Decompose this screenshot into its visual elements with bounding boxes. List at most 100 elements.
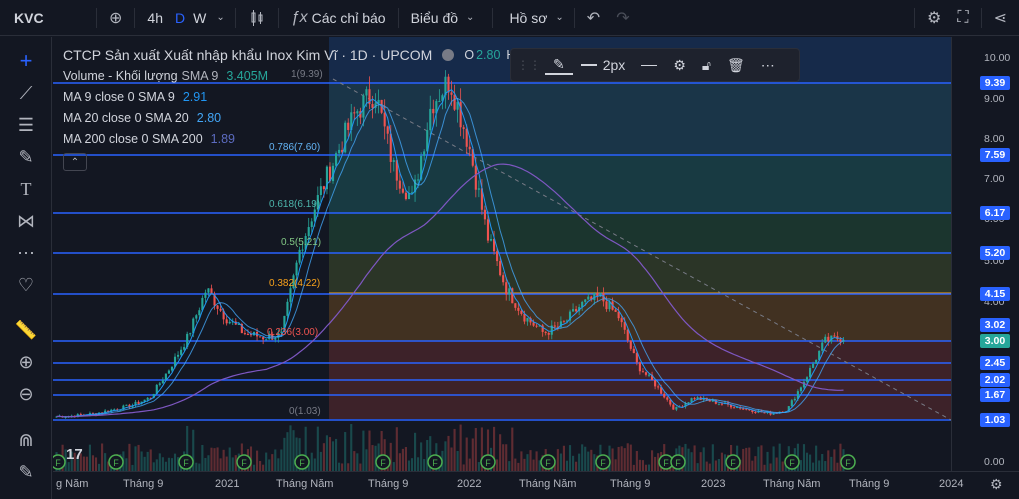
legend-hide-icon[interactable] <box>442 48 455 61</box>
volume-bar <box>319 451 322 471</box>
event-marker[interactable]: F <box>540 454 556 470</box>
candle-body <box>675 406 678 410</box>
undo-icon[interactable]: ↶ <box>579 0 608 36</box>
time-label: 2021 <box>215 478 240 490</box>
event-marker[interactable]: F <box>670 454 686 470</box>
candle-body <box>319 186 322 196</box>
fib-zone-05 <box>329 213 951 253</box>
interval-d-button[interactable]: D <box>171 0 189 36</box>
interval-w-button[interactable]: W <box>189 0 210 36</box>
volume-bar <box>259 460 262 471</box>
chevron-down-icon[interactable]: ⌄ <box>555 0 569 36</box>
price-label-5.20[interactable]: 5.20 <box>980 246 1010 260</box>
price-label-1.03[interactable]: 1.03 <box>980 413 1010 427</box>
price-label-2.45[interactable]: 2.45 <box>980 356 1010 370</box>
share-icon[interactable]: ⋖ <box>986 0 1019 36</box>
candle-body <box>505 282 508 295</box>
event-marker[interactable]: F <box>108 454 124 470</box>
magnet-icon[interactable]: ⋒ <box>0 426 52 454</box>
legend-ma200-row[interactable]: MA 200 close 0 SMA 200 1.89 <box>63 128 515 149</box>
drawing-settings-icon[interactable]: ⚙ <box>665 57 694 74</box>
toolbar-divider <box>573 7 575 28</box>
favorites-heart-icon[interactable]: ♡ <box>0 271 52 299</box>
zoom-out-icon[interactable]: ⊖ <box>0 380 52 408</box>
event-marker[interactable]: F <box>427 454 443 470</box>
candle-body <box>629 340 632 349</box>
event-marker[interactable]: F <box>53 454 66 470</box>
volume-bar <box>757 446 760 471</box>
event-marker[interactable]: F <box>236 454 252 470</box>
axis-settings-icon[interactable]: ⚙ <box>990 476 1003 493</box>
candle-body <box>295 262 298 276</box>
event-marker[interactable]: F <box>375 454 391 470</box>
candles-icon[interactable] <box>240 0 274 36</box>
volume-bar <box>271 454 274 471</box>
event-marker[interactable]: F <box>784 454 800 470</box>
ruler-icon[interactable]: 📏 <box>0 316 52 344</box>
price-label-9.39[interactable]: 9.39 <box>980 76 1010 90</box>
unlock-icon[interactable]: 🔓︎ <box>694 57 719 74</box>
legend-ma9-row[interactable]: MA 9 close 0 SMA 9 2.91 <box>63 86 515 107</box>
profile-menu-button[interactable]: Hồ sơ <box>497 0 555 36</box>
text-icon[interactable]: T <box>0 175 52 203</box>
trend-line-icon[interactable]: ⟋ <box>0 79 52 107</box>
brush-icon[interactable]: ✎ <box>0 143 52 171</box>
symbol-search-button[interactable]: KVC <box>0 0 92 36</box>
event-marker[interactable]: F <box>178 454 194 470</box>
legend-collapse-button[interactable]: ⌃ <box>63 153 87 171</box>
candle-body <box>483 209 487 220</box>
crosshair-icon[interactable]: + <box>0 47 52 75</box>
chevron-down-icon[interactable]: ⌄ <box>210 0 230 36</box>
interval-4h-button[interactable]: 4h <box>139 0 171 36</box>
price-label-2.02[interactable]: 2.02 <box>980 373 1010 387</box>
volume-bar <box>149 449 152 471</box>
compare-plus-icon[interactable]: ⊕ <box>101 0 130 36</box>
volume-bar <box>699 452 702 471</box>
volume-bar <box>137 444 140 471</box>
time-axis[interactable]: g Năm Tháng 9 2021 Tháng Năm Tháng 9 202… <box>53 471 1019 499</box>
chevron-down-icon[interactable]: ⌄ <box>466 0 478 36</box>
volume-bar <box>578 453 581 471</box>
zoom-in-icon[interactable]: ⊕ <box>0 348 52 376</box>
event-marker[interactable]: F <box>294 454 310 470</box>
volume-bar <box>277 458 280 471</box>
volume-bar <box>173 453 177 471</box>
line-width-button[interactable]: 2px <box>573 57 634 73</box>
fullscreen-icon[interactable]: ⛶ <box>949 0 976 36</box>
price-label-1.67[interactable]: 1.67 <box>980 388 1010 402</box>
volume-bar <box>128 443 131 471</box>
event-marker[interactable]: F <box>595 454 611 470</box>
drag-handle-icon[interactable]: ⋮⋮ <box>511 58 545 72</box>
volume-bar <box>748 447 751 471</box>
volume-bar <box>322 443 325 471</box>
volume-bar <box>101 443 104 471</box>
price-label-3.02[interactable]: 3.02 <box>980 318 1010 332</box>
price-label-6.17[interactable]: 6.17 <box>980 206 1010 220</box>
more-icon[interactable]: ⋯ <box>753 57 783 74</box>
lock-drawing-icon[interactable]: ✎ <box>0 458 52 486</box>
indicators-button[interactable]: Các chỉ báo <box>312 0 394 36</box>
pattern-icon[interactable]: ⋈ <box>0 207 52 235</box>
price-label-7.59[interactable]: 7.59 <box>980 148 1010 162</box>
chart-menu-button[interactable]: Biểu đồ <box>403 0 466 36</box>
event-marker[interactable]: F <box>725 454 741 470</box>
price-label-4.15[interactable]: 4.15 <box>980 287 1010 301</box>
legend-volume-row[interactable]: Volume - Khối lượng SMA 9 3.405M <box>63 65 515 86</box>
line-style-icon[interactable] <box>633 64 665 66</box>
price-label-last-3.00[interactable]: 3.00 <box>980 334 1010 348</box>
event-marker-glyph: F <box>485 458 491 468</box>
volume-bar <box>104 453 107 471</box>
event-marker[interactable]: F <box>480 454 496 470</box>
redo-icon[interactable]: ↷ <box>608 0 637 36</box>
candle-body <box>717 403 720 405</box>
settings-gear-icon[interactable]: ⚙ <box>919 0 949 36</box>
pencil-color-icon[interactable]: ✎ <box>545 56 573 75</box>
legend-ma20-row[interactable]: MA 20 close 0 SMA 20 2.80 <box>63 107 515 128</box>
fib-label-0382: 0.382(4.22) <box>269 278 320 289</box>
trash-icon[interactable]: 🗑︎ <box>719 57 753 74</box>
candle-body <box>243 333 246 335</box>
volume-bar <box>158 453 161 471</box>
prediction-icon[interactable]: ⋯ <box>0 239 52 267</box>
horizontal-lines-icon[interactable]: ☰ <box>0 111 52 139</box>
event-marker[interactable]: F <box>840 454 856 470</box>
